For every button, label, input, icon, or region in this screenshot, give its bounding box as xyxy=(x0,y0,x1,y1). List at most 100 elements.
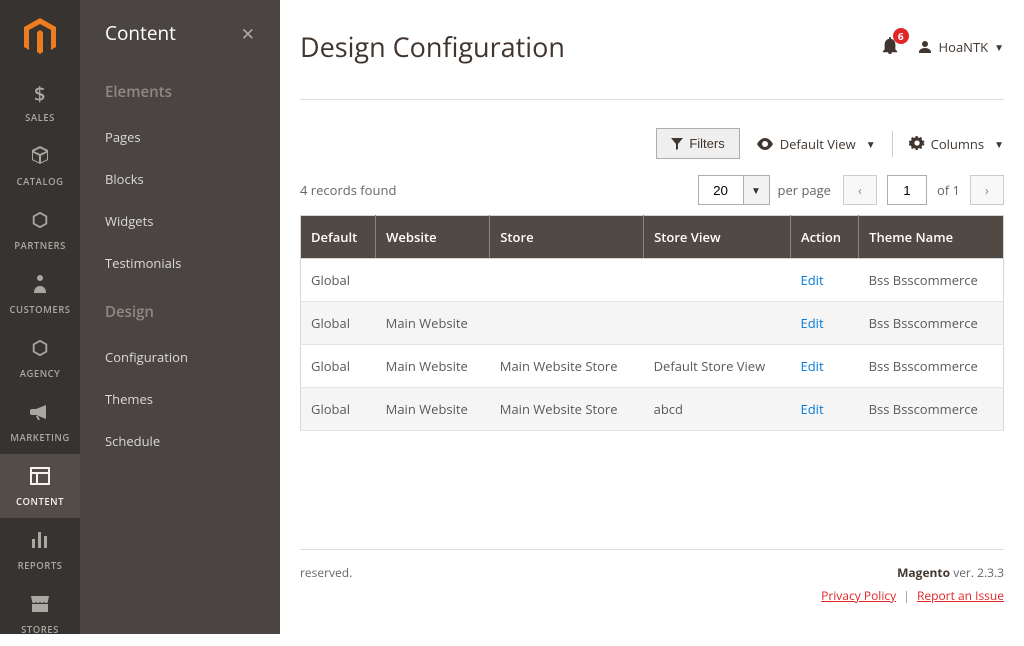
default-view-dropdown[interactable]: Default View ▼ xyxy=(756,135,876,153)
flyout-link-schedule[interactable]: Schedule xyxy=(80,420,280,462)
user-name: HoaNTK xyxy=(939,38,989,56)
cell-default: Global xyxy=(301,259,376,302)
flyout-title: Content xyxy=(105,20,176,46)
current-page-input[interactable] xyxy=(887,175,927,205)
flyout-section-elements: Elements Pages Blocks Widgets Testimonia… xyxy=(80,64,280,284)
chevron-right-icon: › xyxy=(985,181,989,199)
flyout-link-testimonials[interactable]: Testimonials xyxy=(80,242,280,284)
report-issue-link[interactable]: Report an Issue xyxy=(917,587,1004,604)
cell-default: Global xyxy=(301,388,376,431)
next-page-button[interactable]: › xyxy=(970,175,1004,205)
flyout-link-configuration[interactable]: Configuration xyxy=(80,336,280,378)
page-footer: reserved. Magento ver. 2.3.3 Privacy Pol… xyxy=(280,549,1024,634)
cell-theme: Bss Bsscommerce xyxy=(859,302,1004,345)
cell-website: Main Website xyxy=(376,302,490,345)
admin-icon-sidebar: $SALES CATALOG PARTNERS CUSTOMERS AGENCY… xyxy=(0,0,80,634)
hex-icon xyxy=(31,208,49,235)
sidebar-item-content[interactable]: CONTENT xyxy=(0,454,80,518)
col-theme-name[interactable]: Theme Name xyxy=(859,216,1004,259)
filters-button[interactable]: Filters xyxy=(656,128,739,159)
edit-link[interactable]: Edit xyxy=(801,357,824,375)
gear-icon xyxy=(909,136,925,152)
sidebar-item-sales[interactable]: $SALES xyxy=(0,70,80,134)
magento-logo[interactable] xyxy=(20,18,60,56)
col-store[interactable]: Store xyxy=(490,216,644,259)
cell-store: Main Website Store xyxy=(490,345,644,388)
cell-website xyxy=(376,259,490,302)
storefront-icon xyxy=(30,592,50,619)
col-store-view[interactable]: Store View xyxy=(644,216,791,259)
close-icon[interactable]: ✕ xyxy=(241,22,255,45)
flyout-link-widgets[interactable]: Widgets xyxy=(80,200,280,242)
col-website[interactable]: Website xyxy=(376,216,490,259)
cell-store-view xyxy=(644,259,791,302)
page-size-input[interactable] xyxy=(698,175,744,205)
edit-link[interactable]: Edit xyxy=(801,314,824,332)
cell-store xyxy=(490,259,644,302)
grid-toolbar-top: Filters Default View ▼ Columns ▼ xyxy=(300,128,1004,159)
sidebar-item-reports[interactable]: REPORTS xyxy=(0,518,80,582)
cell-website: Main Website xyxy=(376,345,490,388)
layout-icon xyxy=(30,464,50,491)
prev-page-button[interactable]: ‹ xyxy=(843,175,877,205)
sidebar-item-catalog[interactable]: CATALOG xyxy=(0,134,80,198)
cell-action: Edit xyxy=(791,259,859,302)
flyout-section-title: Elements xyxy=(80,64,280,116)
user-icon xyxy=(917,39,933,55)
privacy-policy-link[interactable]: Privacy Policy xyxy=(821,587,896,604)
col-default[interactable]: Default xyxy=(301,216,376,259)
cell-theme: Bss Bsscommerce xyxy=(859,388,1004,431)
page-total-label: of 1 xyxy=(937,181,960,199)
hex-icon xyxy=(31,336,49,363)
flyout-link-blocks[interactable]: Blocks xyxy=(80,158,280,200)
cell-action: Edit xyxy=(791,345,859,388)
cell-default: Global xyxy=(301,302,376,345)
chevron-down-icon: ▼ xyxy=(751,183,761,197)
per-page-label: per page xyxy=(778,181,831,199)
table-header-row: Default Website Store Store View Action … xyxy=(301,216,1004,259)
megaphone-icon xyxy=(30,400,50,427)
chevron-down-icon: ▼ xyxy=(994,40,1004,54)
chevron-left-icon: ‹ xyxy=(858,181,862,199)
cell-store xyxy=(490,302,644,345)
sidebar-item-agency[interactable]: AGENCY xyxy=(0,326,80,390)
cell-store-view: Default Store View xyxy=(644,345,791,388)
notifications-button[interactable]: 6 xyxy=(881,36,899,58)
person-icon xyxy=(32,272,48,299)
footer-copyright-fragment: reserved. xyxy=(300,564,352,604)
notif-badge: 6 xyxy=(893,28,909,44)
cell-store-view: abcd xyxy=(644,388,791,431)
flyout-link-pages[interactable]: Pages xyxy=(80,116,280,158)
flyout-link-themes[interactable]: Themes xyxy=(80,378,280,420)
page-size-dropdown[interactable]: ▼ xyxy=(744,175,770,205)
table-row: GlobalMain Website Edit Bss Bsscommerce xyxy=(301,302,1004,345)
flyout-section-title: Design xyxy=(80,284,280,336)
sidebar-item-partners[interactable]: PARTNERS xyxy=(0,198,80,262)
dollar-icon: $ xyxy=(34,80,46,107)
sidebar-item-marketing[interactable]: MARKETING xyxy=(0,390,80,454)
sidebar-item-stores[interactable]: STORES xyxy=(0,582,80,646)
cell-default: Global xyxy=(301,345,376,388)
edit-link[interactable]: Edit xyxy=(801,400,824,418)
table-row: GlobalMain WebsiteMain Website Storeabcd… xyxy=(301,388,1004,431)
table-row: GlobalEditBss Bsscommerce xyxy=(301,259,1004,302)
chevron-down-icon: ▼ xyxy=(866,137,876,151)
eye-icon xyxy=(756,138,774,150)
columns-dropdown[interactable]: Columns ▼ xyxy=(909,135,1004,153)
edit-link[interactable]: Edit xyxy=(801,271,824,289)
sidebar-item-customers[interactable]: CUSTOMERS xyxy=(0,262,80,326)
cell-store-view xyxy=(644,302,791,345)
cube-icon xyxy=(30,144,50,171)
divider xyxy=(892,131,893,157)
chevron-down-icon: ▼ xyxy=(994,137,1004,151)
footer-version: ver. 2.3.3 xyxy=(950,564,1004,581)
user-menu[interactable]: HoaNTK ▼ xyxy=(917,38,1004,56)
main-content: Design Configuration 6 HoaNTK ▼ Filters … xyxy=(280,0,1024,431)
filter-icon xyxy=(671,138,683,150)
bars-icon xyxy=(31,528,49,555)
divider xyxy=(300,99,1004,100)
page-title: Design Configuration xyxy=(300,28,565,65)
col-action[interactable]: Action xyxy=(791,216,859,259)
cell-website: Main Website xyxy=(376,388,490,431)
design-config-grid: Default Website Store Store View Action … xyxy=(300,215,1004,431)
